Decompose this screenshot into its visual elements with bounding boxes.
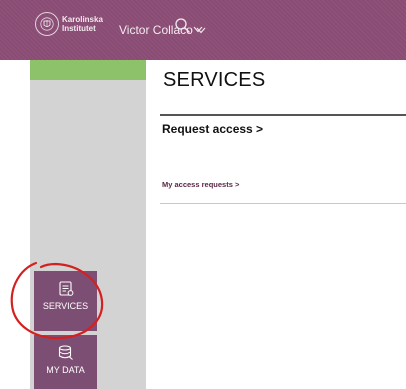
sidebar-item-label: MY DATA: [46, 365, 85, 375]
search-icon: [174, 17, 192, 40]
search-menu[interactable]: [174, 17, 203, 40]
page-title: SERVICES: [163, 69, 266, 91]
my-access-requests-link[interactable]: My access requests >: [162, 180, 239, 189]
sidebar-accent-strip: [30, 60, 146, 80]
services-icon: [58, 281, 73, 296]
database-icon: [58, 345, 73, 360]
sidebar-item-my-data[interactable]: MY DATA: [34, 335, 97, 389]
divider: [160, 114, 406, 116]
logo-text-line1: Karolinska: [62, 15, 103, 24]
karolinska-logo[interactable]: Karolinska Institutet: [35, 12, 103, 42]
logo-text-line2: Institutet: [62, 24, 96, 33]
chevron-down-icon: [193, 20, 203, 38]
sidebar: SERVICES MY DATA: [30, 60, 146, 389]
request-access-link[interactable]: Request access >: [162, 122, 263, 136]
seal-icon: [35, 12, 59, 36]
divider: [160, 203, 406, 204]
main-content: SERVICES Request access > My access requ…: [146, 60, 406, 389]
sidebar-item-services[interactable]: SERVICES: [34, 271, 97, 331]
logo-text: Karolinska Institutet: [62, 15, 103, 33]
top-bar: Karolinska Institutet Victor Collaco: [0, 0, 406, 60]
sidebar-item-label: SERVICES: [42, 301, 89, 311]
